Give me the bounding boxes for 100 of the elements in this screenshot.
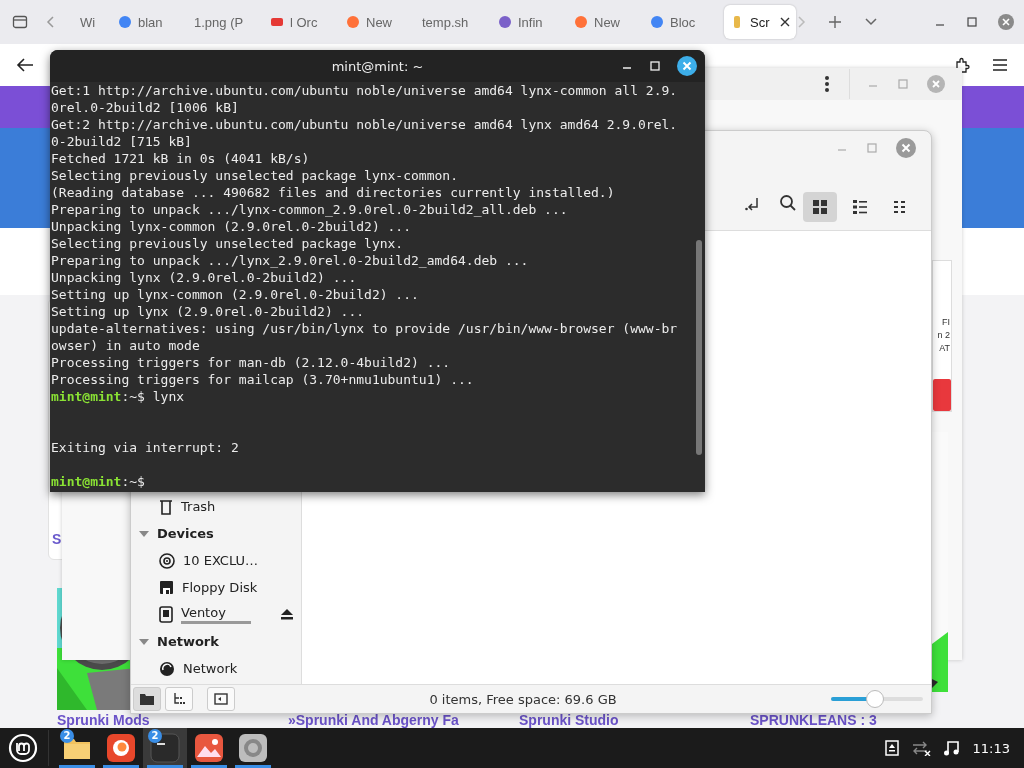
grid-icon: [812, 199, 828, 215]
places-button[interactable]: [133, 687, 161, 711]
menu-logo-icon[interactable]: [8, 733, 38, 763]
sidebar-item[interactable]: 10 EXCLU…: [131, 547, 301, 574]
prompt-user: mint@mint: [51, 474, 122, 489]
card-title: S: [52, 531, 62, 547]
terminal-line: (Reading database ... 490682 files and directories currently installed.): [51, 184, 616, 201]
clock[interactable]: 11:13: [972, 740, 1010, 756]
terminal-line: Fetched 1721 kB in 0s (4041 kB/s): [51, 150, 311, 167]
card-title[interactable]: Sprunki Studio: [519, 712, 733, 728]
maximize-icon[interactable]: [966, 16, 978, 28]
terminal-line: Preparing to unpack .../lynx-common_2.9.0rel.0-2build2_all.deb ...: [51, 201, 569, 218]
list-icon: [852, 199, 868, 215]
drive-icon: [159, 606, 173, 623]
terminal-line: owser) in auto mode: [51, 337, 201, 354]
folder-icon: [140, 693, 154, 705]
browser-icon: [106, 733, 136, 763]
zoom-slider[interactable]: [831, 690, 923, 708]
terminal-line: Processing triggers for mailcap (3.70+nmu1ubuntu1) ...: [51, 371, 475, 388]
more-icon[interactable]: [825, 76, 829, 92]
favicon-icon: [650, 15, 664, 29]
browser-tab[interactable]: temp.sh: [416, 5, 492, 39]
sidebar-heading[interactable]: Devices: [131, 520, 301, 547]
browser-tab[interactable]: 1.png (P: [188, 5, 264, 39]
network-disconnected-icon[interactable]: [910, 740, 931, 756]
trash-icon: [159, 498, 173, 515]
files-app-button[interactable]: 2: [55, 728, 99, 768]
terminal-line: Unpacking lynx-common (2.9.0rel.0-2build2) ...: [51, 218, 413, 235]
prompt-path: :~$: [121, 389, 145, 404]
sidebar-heading[interactable]: Network: [131, 628, 301, 655]
tree-button[interactable]: [165, 687, 193, 711]
sidebar-item[interactable]: Ventoy: [131, 601, 301, 628]
card-title[interactable]: »Sprunki And Abgerny Fa: [288, 712, 502, 728]
disk-usage-bar: [181, 621, 251, 624]
browser-tab[interactable]: Scr: [724, 5, 796, 39]
app-icon: [238, 733, 268, 763]
terminal-line: Processing triggers for man-db (2.12.0-4build2) ...: [51, 354, 452, 371]
card-text: FI: [942, 316, 950, 329]
terminal-app-button[interactable]: 2: [143, 728, 187, 768]
terminal-line: Exiting via interrupt: 2: [51, 439, 240, 456]
search-icon[interactable]: [779, 194, 797, 212]
card-text: AT: [939, 342, 950, 355]
expander-down-icon[interactable]: [139, 637, 149, 646]
browser-tab[interactable]: l Orc: [264, 5, 340, 39]
terminal-line: Preparing to unpack .../lynx_2.9.0rel.0-2build2_amd64.deb ...: [51, 252, 530, 269]
disc-icon: [159, 552, 175, 569]
favicon-icon: [574, 15, 588, 29]
location-toggle-icon[interactable]: [745, 196, 761, 212]
browser-tab[interactable]: New: [340, 5, 416, 39]
browser-tab[interactable]: New: [568, 5, 644, 39]
back-arrow-icon[interactable]: [16, 57, 34, 73]
terminal-line: Unpacking lynx (2.9.0rel.0-2build2) ...: [51, 269, 358, 286]
favicon-icon: [118, 15, 132, 29]
terminal-line: 0-2build2 [715 kB]: [51, 133, 193, 150]
terminal-line: 0rel.0-2build2 [1006 kB]: [51, 99, 240, 116]
compact-list-icon: [892, 199, 908, 215]
network-icon: [159, 660, 175, 677]
terminal-line: update-alternatives: using /usr/bin/lynx to provide /usr/bin/www-browser (www-br: [51, 320, 679, 337]
chevron-down-icon[interactable]: [864, 17, 878, 27]
card-text: n 2: [937, 329, 950, 342]
expander-down-icon[interactable]: [139, 529, 149, 538]
new-tab-icon[interactable]: [828, 15, 842, 29]
terminal-line: Selecting previously unselected package lynx-common.: [51, 167, 459, 184]
image-icon: [194, 733, 224, 763]
menu-icon[interactable]: [992, 58, 1008, 72]
favicon-icon: [270, 15, 284, 29]
terminal-line: Selecting previously unselected package lynx.: [51, 235, 405, 252]
close-icon[interactable]: [780, 17, 790, 27]
icons-view-button[interactable]: [803, 192, 837, 222]
close-icon[interactable]: [677, 56, 697, 76]
browser-tab[interactable]: Bloc: [644, 5, 720, 39]
scrollbar[interactable]: [696, 240, 702, 455]
card-title[interactable]: SPRUNKLEANS : 3: [750, 712, 964, 728]
tree-icon: [173, 693, 185, 705]
browser-tab[interactable]: Wi: [60, 5, 112, 39]
tab-list-icon[interactable]: [12, 14, 28, 30]
sidebar-item[interactable]: Trash: [131, 493, 301, 520]
window-title: mint@mint: ~: [331, 58, 424, 74]
sidebar-toggle-button[interactable]: [207, 687, 235, 711]
browser-tab[interactable]: Infin: [492, 5, 568, 39]
status-text: 0 items, Free space: 69.6 GB: [428, 691, 618, 707]
prompt-user: mint@mint: [51, 389, 122, 404]
terminal-icon: [150, 733, 180, 763]
music-note-icon[interactable]: [942, 740, 959, 756]
eject-icon[interactable]: [281, 609, 293, 620]
sidebar-icon: [214, 693, 228, 705]
terminal-command: lynx: [151, 389, 185, 404]
count-badge: 2: [60, 729, 74, 743]
favicon-icon: [346, 15, 360, 29]
card-title[interactable]: Sprunki Mods: [57, 712, 271, 728]
sidebar-item[interactable]: Network: [131, 655, 301, 682]
favicon-icon: [498, 15, 512, 29]
terminal-line: Setting up lynx (2.9.0rel.0-2build2) ...: [51, 303, 366, 320]
browser-tab[interactable]: blan: [112, 5, 188, 39]
terminal-line: Get:2 http://archive.ubuntu.com/ubuntu noble/universe amd64 lynx amd64 2.9.0rel.: [51, 116, 679, 133]
document-icon[interactable]: [884, 740, 899, 756]
sidebar-item[interactable]: Floppy Disk: [131, 574, 301, 601]
terminal-line: Get:1 http://archive.ubuntu.com/ubuntu noble/universe amd64 lynx-common all 2.9.: [51, 82, 679, 99]
prompt-path: :~$: [121, 474, 145, 489]
count-badge: 2: [148, 729, 162, 743]
